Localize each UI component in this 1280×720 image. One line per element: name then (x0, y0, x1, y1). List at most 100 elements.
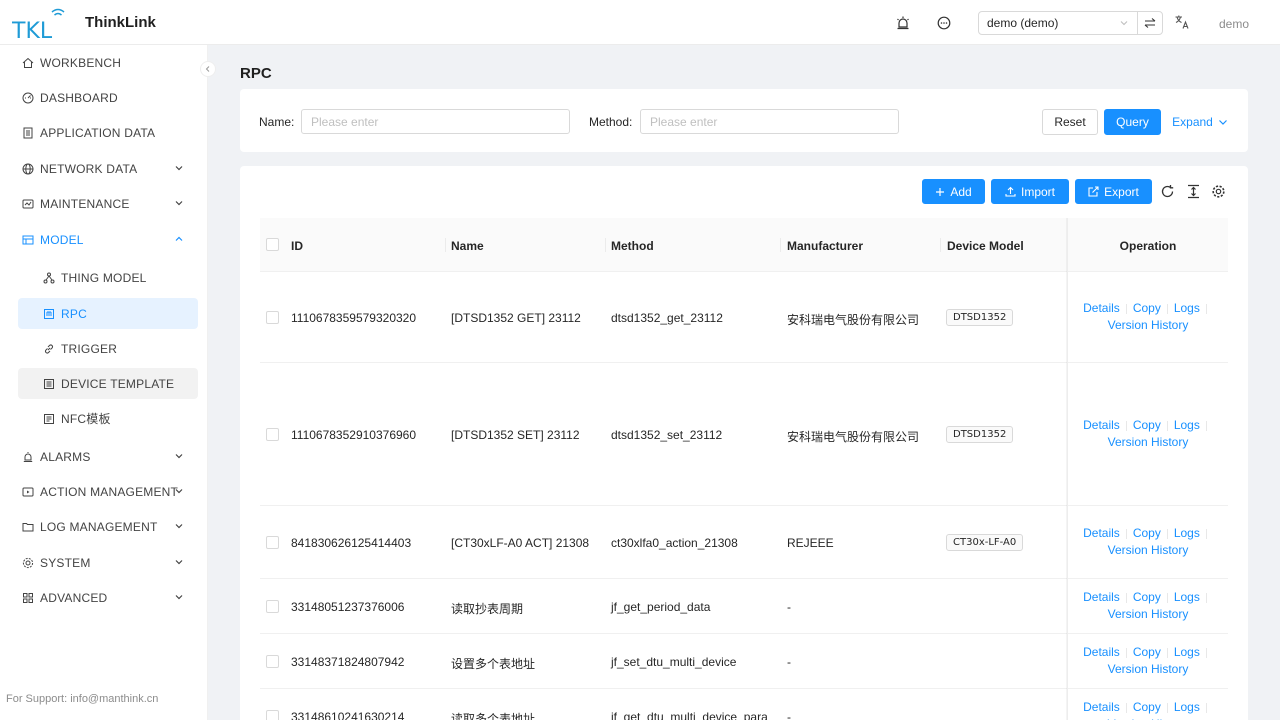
sidebar-item-maintenance[interactable]: MAINTENANCE (18, 188, 198, 219)
select-all-checkbox[interactable] (266, 238, 279, 251)
chevron-down-icon (175, 560, 183, 565)
details-link[interactable]: Details (1083, 700, 1120, 714)
import-button[interactable]: Import (991, 179, 1069, 204)
cluster-icon (43, 272, 55, 283)
column-header-device-model[interactable]: Device Model (947, 239, 1024, 253)
sidebar-item-trigger[interactable]: TRIGGER (18, 333, 198, 364)
add-button[interactable]: Add (922, 179, 985, 204)
user-name[interactable]: demo (1219, 17, 1249, 31)
template-icon (44, 378, 54, 389)
tool-icon (22, 199, 34, 208)
reload-icon[interactable] (1160, 184, 1175, 199)
sidebar-item-model[interactable]: MODEL (18, 224, 198, 255)
column-header-id[interactable]: ID (291, 239, 303, 253)
message-icon[interactable] (936, 15, 952, 31)
version-history-link[interactable]: Version History (1108, 318, 1189, 332)
app-switch-button[interactable] (1137, 11, 1163, 35)
column-divider (940, 238, 941, 252)
version-history-link[interactable]: Version History (1108, 662, 1189, 676)
alarm-icon[interactable] (895, 15, 911, 31)
sidebar-item-nfc-template[interactable]: NFC模板 (18, 403, 198, 434)
details-link[interactable]: Details (1083, 418, 1120, 432)
version-history-link[interactable]: Version History (1108, 543, 1189, 557)
reset-button[interactable]: Reset (1042, 109, 1098, 135)
row-checkbox[interactable] (266, 600, 279, 613)
copy-link[interactable]: Copy (1133, 418, 1161, 432)
version-history-link[interactable]: Version History (1108, 435, 1189, 449)
chevron-down-icon (175, 454, 183, 459)
row-checkbox[interactable] (266, 710, 279, 720)
sidebar-item-alarms[interactable]: ALARMS (18, 441, 198, 472)
sidebar-item-log-management[interactable]: LOG MANAGEMENT (18, 511, 198, 542)
add-label: Add (950, 184, 972, 199)
row-checkbox[interactable] (266, 428, 279, 441)
collapse-sidebar-button[interactable] (200, 61, 216, 77)
search-panel: Name: Method: Reset Query Expand (240, 89, 1248, 152)
export-button[interactable]: Export (1075, 179, 1152, 204)
app-select[interactable]: demo (demo) (978, 11, 1138, 35)
copy-link[interactable]: Copy (1133, 526, 1161, 540)
version-history-link[interactable]: Version History (1108, 607, 1189, 621)
row-name: [DTSD1352 SET] 23112 (451, 428, 580, 442)
chevron-down-icon (175, 595, 183, 600)
row-manufacturer: - (787, 655, 791, 669)
column-header-name[interactable]: Name (451, 239, 484, 253)
row-method: dtsd1352_get_23112 (611, 311, 723, 325)
column-height-icon[interactable] (1186, 184, 1201, 199)
row-id: 1110678359579320320 (291, 311, 417, 325)
column-header-operation: Operation (1119, 239, 1177, 253)
sidebar-item-system[interactable]: SYSTEM (18, 547, 198, 578)
row-checkbox[interactable] (266, 655, 279, 668)
device-model-tag: CT30x-LF-A0 (946, 534, 1024, 551)
chevron-down-icon (1120, 21, 1128, 26)
translate-icon[interactable] (1174, 14, 1190, 30)
table-row: 33148371824807942 设置多个表地址 jf_set_dtu_mul… (260, 634, 1228, 689)
database-icon (23, 127, 33, 138)
sidebar-item-advanced[interactable]: ADVANCED (18, 582, 198, 613)
row-checkbox[interactable] (266, 536, 279, 549)
copy-link[interactable]: Copy (1133, 700, 1161, 714)
column-header-manufacturer[interactable]: Manufacturer (787, 239, 863, 253)
query-button[interactable]: Query (1104, 109, 1161, 135)
row-checkbox[interactable] (266, 311, 279, 324)
sidebar-item-action-management[interactable]: ACTION MANAGEMENT (18, 476, 198, 507)
details-link[interactable]: Details (1083, 301, 1120, 315)
expand-label: Expand (1172, 115, 1213, 129)
sidebar-item-label: WORKBENCH (40, 55, 122, 70)
import-label: Import (1020, 184, 1055, 199)
copy-link[interactable]: Copy (1133, 301, 1161, 315)
sidebar-item-label: MODEL (40, 232, 84, 247)
row-method: dtsd1352_set_23112 (611, 428, 723, 442)
logo[interactable]: TKL (12, 6, 74, 40)
table-row: 33148610241630214 读取多个表地址 jf_get_dtu_mul… (260, 689, 1228, 720)
logs-link[interactable]: Logs (1174, 590, 1200, 604)
details-link[interactable]: Details (1083, 590, 1120, 604)
details-link[interactable]: Details (1083, 526, 1120, 540)
logs-link[interactable]: Logs (1174, 526, 1200, 540)
table-panel: Add Import Export ID Name Method Manufac… (240, 166, 1248, 720)
column-header-method[interactable]: Method (611, 239, 654, 253)
logs-link[interactable]: Logs (1174, 418, 1200, 432)
sidebar-item-device-template[interactable]: DEVICE TEMPLATE (18, 368, 198, 399)
name-input[interactable] (301, 109, 570, 134)
table-row: 1110678352910376960 [DTSD1352 SET] 23112… (260, 363, 1228, 506)
row-operations: Details Copy Logs Version History (1068, 644, 1228, 678)
expand-button[interactable]: Expand (1170, 109, 1230, 135)
method-input[interactable] (640, 109, 899, 134)
setting-icon[interactable] (1211, 184, 1226, 199)
row-operations: Details Copy Logs Version History (1068, 589, 1228, 623)
sidebar-item-dashboard[interactable]: DASHBOARD (18, 82, 198, 113)
copy-link[interactable]: Copy (1133, 645, 1161, 659)
sidebar-item-thing-model[interactable]: THING MODEL (18, 262, 198, 293)
name-label: Name: (259, 115, 295, 129)
sidebar-item-application-data[interactable]: APPLICATION DATA (18, 117, 198, 148)
logs-link[interactable]: Logs (1174, 645, 1200, 659)
logs-link[interactable]: Logs (1174, 700, 1200, 714)
row-method: jf_get_period_data (611, 600, 711, 614)
sidebar-item-rpc[interactable]: RPC (18, 298, 198, 329)
details-link[interactable]: Details (1083, 645, 1120, 659)
sidebar-item-workbench[interactable]: WORKBENCH (18, 47, 198, 78)
sidebar-item-network-data[interactable]: NETWORK DATA (18, 153, 198, 184)
copy-link[interactable]: Copy (1133, 590, 1161, 604)
logs-link[interactable]: Logs (1174, 301, 1200, 315)
